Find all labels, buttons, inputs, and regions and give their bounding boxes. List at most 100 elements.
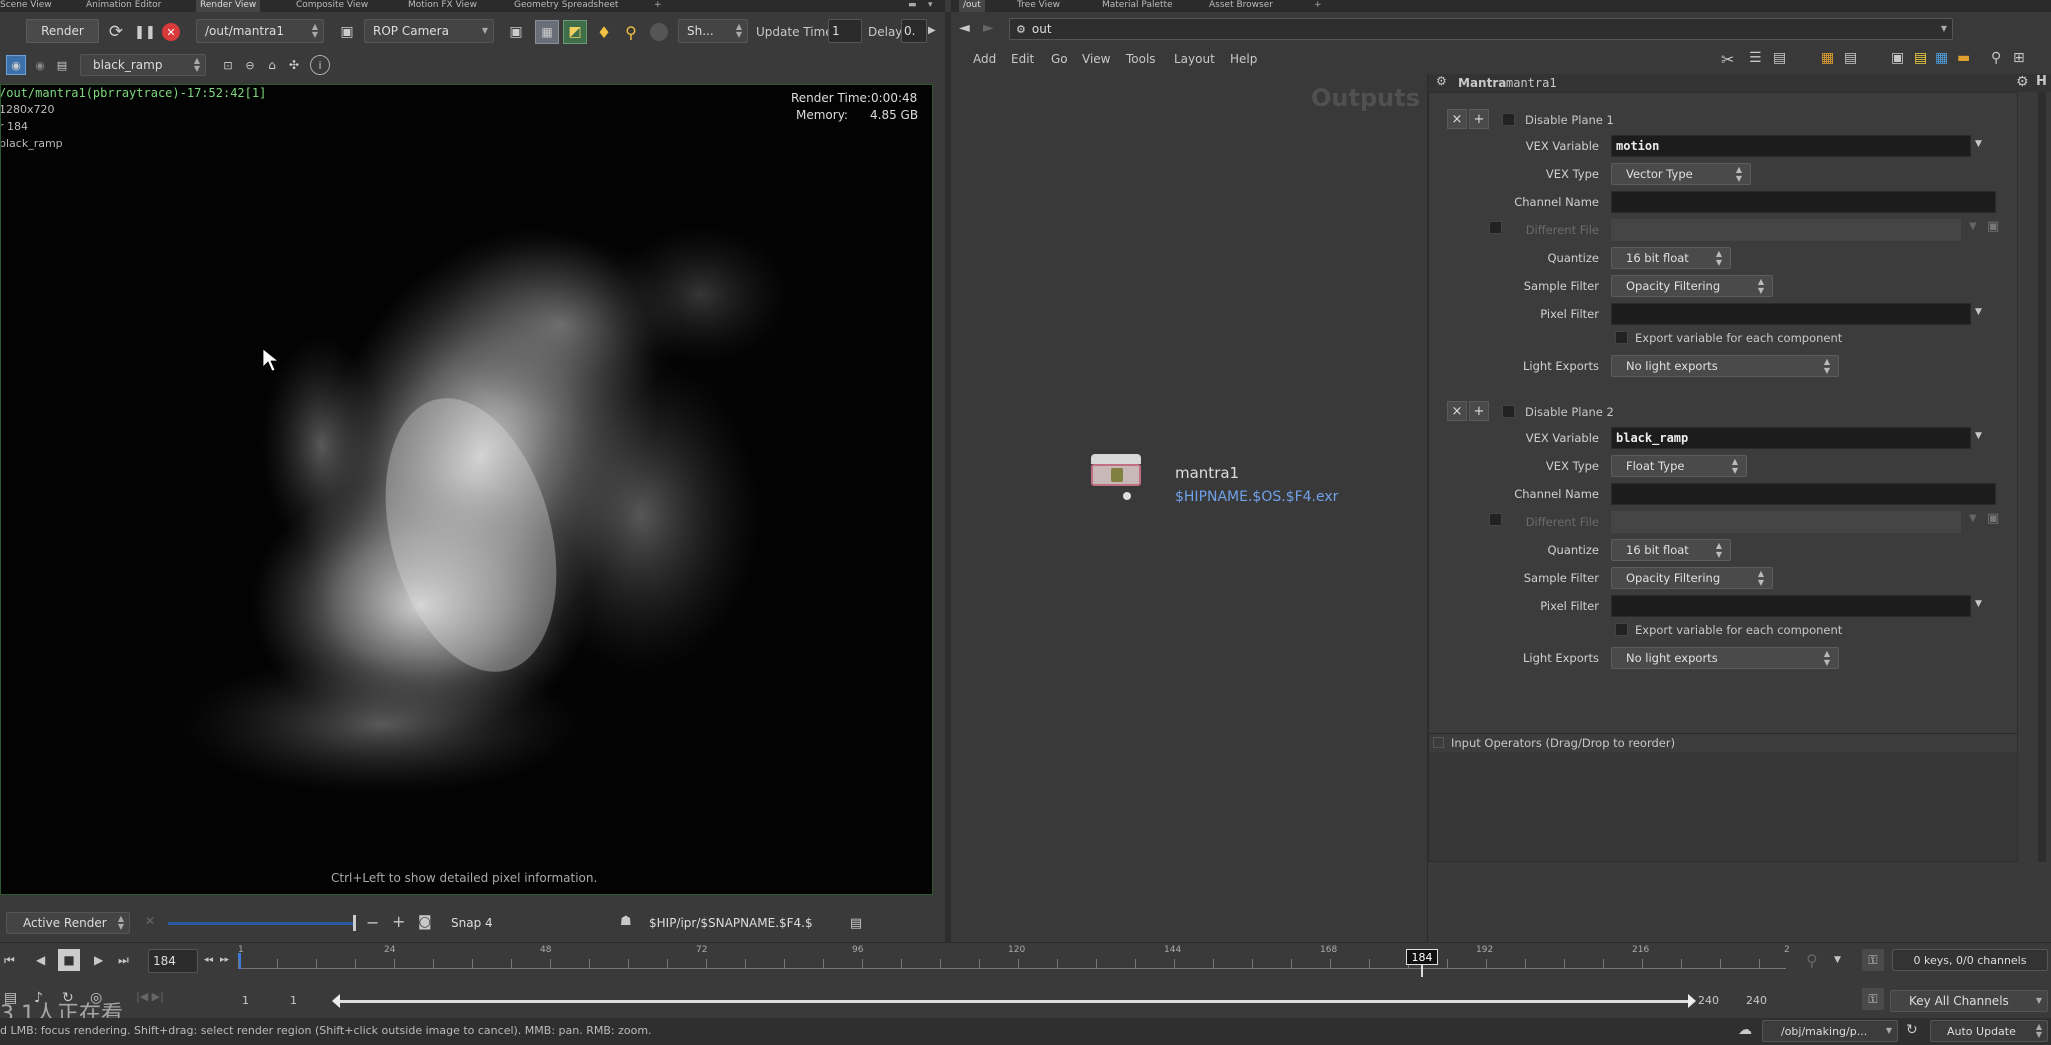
aov-select[interactable]: black_ramp ▲ ▼ [80,54,206,76]
update-time-field[interactable]: 1 [828,19,862,43]
play-icon[interactable]: ▶ [94,953,103,967]
light-exports-select[interactable]: No light exports ▲ ▼ [1611,647,1839,669]
grid-icon[interactable]: ▦ [535,20,559,44]
remove-plane-icon[interactable]: × [1447,109,1467,129]
render-viewport[interactable]: /out/mantra1(pbrraytrace)-17:52:42[1] 12… [0,84,933,895]
view-option-icon[interactable]: ⊖ [240,55,260,75]
auto-update-button[interactable]: Auto Update ▲ ▼ [1930,1020,2048,1042]
tab-render-view[interactable]: Render View [196,0,261,12]
save-icon[interactable]: ▤ [846,914,866,932]
add-plane-icon[interactable]: + [1469,401,1489,421]
display-mode-icon[interactable]: ▤ [52,55,72,75]
display-mode-icon[interactable]: ◉ [6,55,26,75]
image-icon[interactable]: ▣ [1891,50,1904,66]
network-path-field[interactable]: ⚙ out ▼ [1009,18,1953,40]
sample-filter-select[interactable]: Opacity Filtering ▲ ▼ [1611,567,1773,589]
tab-composite-view[interactable]: Composite View [292,0,372,12]
display-mode-icon[interactable]: ◉ [30,55,50,75]
chevron-down-icon[interactable]: ▼ [1975,307,1982,317]
pane-menu-icon[interactable]: ▬ [908,0,917,10]
obj-path-field[interactable]: /obj/making/p... ▼ [1762,1020,1898,1042]
menu-layout[interactable]: Layout [1174,52,1215,66]
sh-select[interactable]: Sh... ▲ ▼ [678,19,748,43]
disable-plane-checkbox[interactable] [1502,405,1515,418]
range-end-handle[interactable] [1688,994,1696,1008]
range-end-field[interactable]: 240 [1698,994,1719,1007]
view-option-icon[interactable]: ⊡ [218,55,238,75]
export-component-checkbox[interactable] [1615,623,1628,636]
vex-variable-field[interactable]: black_ramp [1611,427,1971,449]
channel-name-field[interactable] [1611,483,1996,505]
menu-go[interactable]: Go [1051,52,1068,66]
back-icon[interactable]: ◄ [959,20,970,36]
plus-icon[interactable]: + [392,912,405,931]
stop-icon[interactable]: ✕ [162,23,180,41]
wrench-icon[interactable]: ✂ [1721,50,1734,69]
quantize-select[interactable]: 16 bit float ▲ ▼ [1611,539,1731,561]
menu-add[interactable]: Add [973,52,996,66]
quantize-select[interactable]: 16 bit float ▲ ▼ [1611,247,1731,269]
refresh-icon[interactable]: ⟳ [105,21,127,43]
node-name-field[interactable]: mantra1 [1506,76,1557,90]
tab-out[interactable]: /out [959,0,985,12]
delay-field[interactable]: 0. [901,19,927,43]
search-icon[interactable]: ⚲ [1991,50,2001,66]
note-icon[interactable]: ▤ [1914,50,1927,66]
tab-asset-browser[interactable]: Asset Browser [1205,0,1277,12]
chevron-down-icon[interactable]: ▼ [1834,955,1841,965]
gear-icon[interactable]: ⚙ [2016,74,2029,90]
key-option-icon[interactable]: ⚿ [1862,988,1884,1010]
range-slider[interactable] [336,1000,1692,1003]
range-end2-field[interactable]: 240 [1746,994,1767,1007]
different-file-checkbox[interactable] [1489,513,1502,526]
disable-plane-checkbox[interactable] [1502,113,1515,126]
pane-split-icon[interactable]: ⊞ [2013,50,2025,66]
menu-help[interactable]: Help [1230,52,1257,66]
timeline-scrubber[interactable]: 1 24 48 72 96 120 144 168 192 216 2 184 [238,945,1790,979]
camera-select[interactable]: ROP Camera ▼ [364,19,494,43]
display-icon[interactable]: ▤ [1844,50,1857,66]
lock-icon[interactable]: ☗ [620,914,632,929]
step-forward-icon[interactable]: ▸▸ [220,955,229,965]
range-start-handle[interactable] [332,994,340,1008]
region-icon[interactable]: ◩ [563,20,587,44]
tab-material-palette[interactable]: Material Palette [1098,0,1177,12]
chevron-down-icon[interactable]: ▼ [1975,599,1982,609]
snapshot-slider[interactable] [168,922,356,925]
menu-view[interactable]: View [1082,52,1110,66]
range-step-icon[interactable]: |◀ ▶| [136,990,164,1003]
refresh-icon[interactable]: ↻ [1906,1022,1918,1038]
menu-edit[interactable]: Edit [1011,52,1034,66]
tab-motion-fx-view[interactable]: Motion FX View [404,0,481,12]
audio-icon[interactable]: ⚲ [1806,951,1818,970]
info-icon[interactable]: i [310,55,330,75]
pixel-filter-field[interactable] [1611,303,1971,325]
pin-icon[interactable]: ♦ [594,21,614,43]
light-exports-select[interactable]: No light exports ▲ ▼ [1611,355,1839,377]
menu-tools[interactable]: Tools [1126,52,1156,66]
pixel-filter-field[interactable] [1611,595,1971,617]
record-icon[interactable] [650,23,668,41]
chevron-down-icon[interactable]: ▼ [1975,431,1982,441]
palette-icon[interactable]: ▦ [1935,50,1948,66]
active-render-select[interactable]: Active Render ▲ ▼ [6,912,130,934]
forward-icon[interactable]: ► [983,20,994,36]
range-start-field[interactable]: 1 [242,994,249,1007]
play-reverse-icon[interactable]: ◀ [36,953,45,967]
mantra-node[interactable] [1091,464,1141,486]
render-button[interactable]: Render [26,19,99,43]
rop-path-select[interactable]: /out/mantra1 ▲ ▼ [196,19,324,43]
remove-plane-icon[interactable]: × [1447,401,1467,421]
playhead-marker[interactable]: 184 [1406,949,1438,965]
list-icon[interactable]: ▤ [1773,50,1786,66]
export-component-checkbox[interactable] [1615,331,1628,344]
vex-variable-field[interactable]: motion [1611,135,1971,157]
vex-type-select[interactable]: Float Type ▲ ▼ [1611,455,1747,477]
current-frame-field[interactable]: 184 [148,949,198,973]
first-frame-icon[interactable]: ⏮ [4,953,15,968]
node-flag[interactable] [1091,454,1141,464]
camera-icon[interactable]: ▣ [336,21,358,43]
vex-type-select[interactable]: Vector Type ▲ ▼ [1611,163,1751,185]
grid-icon[interactable]: ▦ [1821,50,1834,66]
stop-icon[interactable]: ■ [58,949,80,971]
